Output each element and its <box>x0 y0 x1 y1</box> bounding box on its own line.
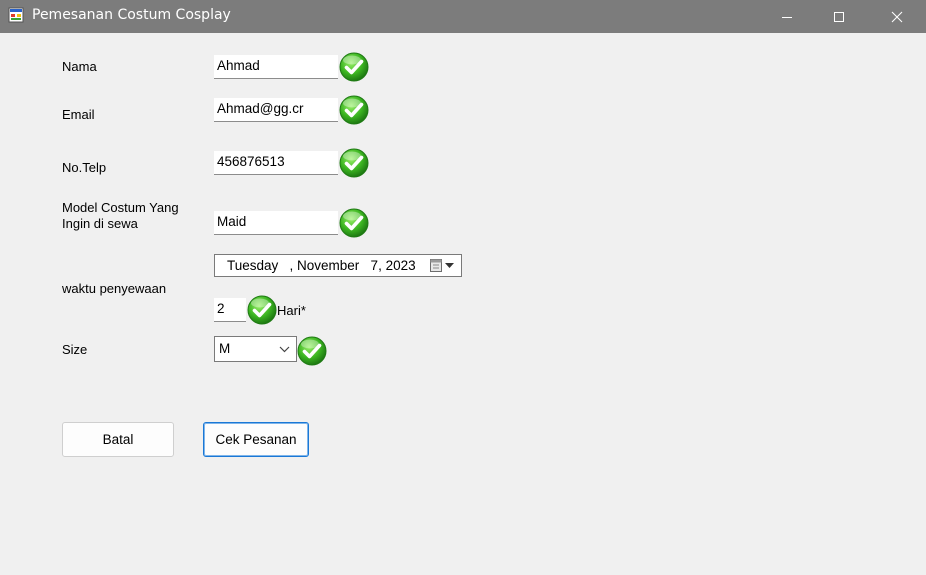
nama-label: Nama <box>62 59 97 74</box>
app-icon <box>8 7 24 23</box>
telp-label: No.Telp <box>62 160 107 175</box>
email-input[interactable]: Ahmad@gg.cr <box>214 98 338 122</box>
size-select-value: M <box>219 341 231 356</box>
date-picker[interactable]: Tuesday , November 7, 2023 <box>214 254 462 277</box>
telp-valid-check-icon <box>339 148 369 178</box>
minimize-button[interactable] <box>764 0 810 33</box>
days-input[interactable]: 2 <box>214 298 246 322</box>
calendar-icon[interactable] <box>430 259 442 272</box>
batal-button[interactable]: Batal <box>62 422 174 457</box>
size-valid-check-icon <box>297 336 327 366</box>
maximize-button[interactable] <box>816 0 862 33</box>
date-picker-value: Tuesday , November 7, 2023 <box>227 258 416 273</box>
waktu-label: waktu penyewaan <box>62 281 167 296</box>
title-bar[interactable]: Pemesanan Costum Cosplay <box>0 0 926 33</box>
days-suffix-label: Hari* <box>277 303 306 318</box>
date-dropdown-arrow-icon[interactable] <box>445 263 454 269</box>
model-label-line2: Ingin di sewa <box>62 216 138 231</box>
days-valid-check-icon <box>247 295 277 325</box>
telp-input[interactable]: 456876513 <box>214 151 338 175</box>
model-label-line1: Model Costum Yang <box>62 200 179 215</box>
model-valid-check-icon <box>339 208 369 238</box>
email-valid-check-icon <box>339 95 369 125</box>
close-button[interactable] <box>874 0 920 33</box>
cek-pesanan-button[interactable]: Cek Pesanan <box>203 422 309 457</box>
chevron-down-icon <box>279 346 290 353</box>
size-select[interactable]: M <box>214 336 297 362</box>
nama-valid-check-icon <box>339 52 369 82</box>
nama-input[interactable]: Ahmad <box>214 55 338 79</box>
size-label: Size <box>62 342 88 357</box>
minimize-icon <box>782 16 792 18</box>
model-input[interactable]: Maid <box>214 211 338 235</box>
maximize-icon <box>834 11 844 22</box>
email-label: Email <box>62 107 95 122</box>
window-title: Pemesanan Costum Cosplay <box>32 7 231 23</box>
close-icon <box>891 11 903 22</box>
